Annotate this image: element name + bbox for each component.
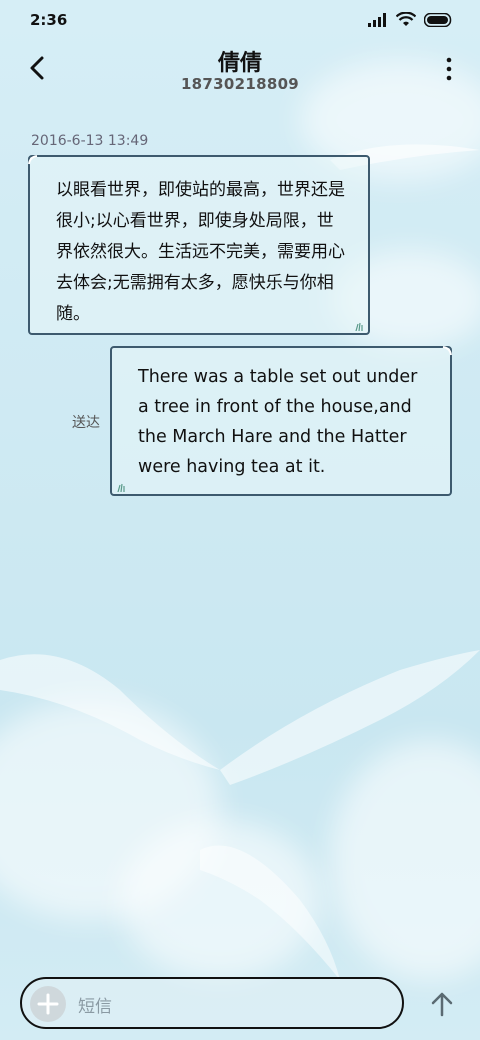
leaf-decoration-icon	[355, 322, 363, 331]
plus-icon	[37, 993, 59, 1015]
message-input[interactable]: 短信	[78, 992, 112, 1017]
signal-icon	[368, 13, 386, 27]
bird-silhouette	[0, 650, 480, 980]
status-time: 2:36	[30, 11, 68, 29]
status-bar: 2:36	[0, 0, 480, 40]
message-text: 以眼看世界，即使站的最高，世界还是很小;以心看世界，即使身处局限，世界依然很大。…	[56, 180, 345, 324]
leaf-decoration-icon	[442, 346, 452, 356]
leaf-decoration-icon	[117, 483, 125, 492]
more-vertical-icon[interactable]	[444, 56, 454, 82]
arrow-up-icon[interactable]	[428, 990, 456, 1018]
contact-name: 倩倩	[217, 51, 262, 76]
message-timestamp: 2016-6-13 13:49	[31, 133, 149, 149]
wifi-icon	[396, 12, 416, 26]
status-icons	[368, 12, 454, 28]
message-composer[interactable]: 短信	[20, 977, 404, 1029]
delivery-status: 送达	[72, 415, 100, 431]
incoming-message-bubble[interactable]: 以眼看世界，即使站的最高，世界还是很小;以心看世界，即使身处局限，世界依然很大。…	[28, 155, 370, 335]
add-attachment-button[interactable]	[30, 986, 66, 1022]
contact-phone-number: 18730218809	[180, 75, 300, 93]
outgoing-message-bubble[interactable]: There was a table set out under a tree i…	[110, 346, 452, 496]
conversation-header: 倩倩 18730218809	[0, 40, 480, 110]
leaf-decoration-icon	[28, 155, 38, 165]
battery-icon	[424, 13, 452, 27]
message-text: There was a table set out under a tree i…	[138, 367, 418, 477]
